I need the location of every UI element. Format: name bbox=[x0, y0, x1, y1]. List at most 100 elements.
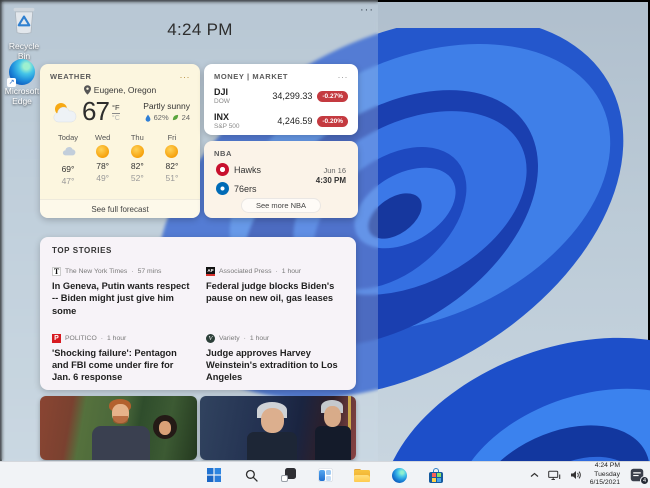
story-headline: Federal judge blocks Biden's pause on ne… bbox=[206, 281, 335, 304]
volume-icon bbox=[570, 471, 581, 479]
shortcut-arrow-icon: ↗ bbox=[7, 78, 16, 87]
widgets-button[interactable] bbox=[313, 463, 337, 487]
folder-icon bbox=[354, 468, 370, 482]
edge-button[interactable] bbox=[387, 463, 411, 487]
search-button[interactable] bbox=[239, 463, 263, 487]
story-headline: Judge approves Harvey Weinstein's extrad… bbox=[206, 347, 338, 383]
story-source: Associated Press bbox=[219, 268, 272, 275]
panel-more-icon[interactable]: ··· bbox=[352, 4, 382, 16]
network-tray-button[interactable] bbox=[547, 470, 562, 481]
unit-celsius[interactable]: °C bbox=[112, 115, 120, 122]
location-pin-icon bbox=[83, 85, 91, 95]
story-time: 1 hour bbox=[107, 334, 127, 342]
droplet-icon bbox=[145, 114, 151, 122]
notifications-button[interactable]: 4 bbox=[630, 468, 649, 485]
game-time: 4:30 PM bbox=[315, 176, 346, 185]
story-source: POLITICO bbox=[65, 334, 97, 342]
game-date: Jun 16 bbox=[323, 166, 346, 175]
clock-time: 4:24 PM bbox=[594, 461, 620, 469]
see-full-forecast-link[interactable]: See full forecast bbox=[40, 199, 200, 218]
market-row-inx[interactable]: INX S&P 500 4,246.59 -0.20% bbox=[214, 112, 348, 130]
weather-more-icon[interactable]: ··· bbox=[180, 72, 191, 81]
story-item[interactable]: V Variety · 1 hour Judge approves Harvey… bbox=[206, 333, 344, 384]
story-item[interactable]: T The New York Times · 57 mins In Geneva… bbox=[52, 267, 190, 317]
sunny-icon bbox=[96, 145, 110, 158]
nba-team-76ers[interactable]: 76ers bbox=[216, 182, 261, 195]
file-explorer-button[interactable] bbox=[350, 463, 374, 487]
forecast-day-today[interactable]: Today 69° 47° bbox=[53, 133, 83, 186]
desktop-icon-recycle-bin[interactable]: Recycle Bin bbox=[3, 5, 45, 61]
partly-sunny-icon bbox=[53, 102, 77, 122]
volume-tray-button[interactable] bbox=[569, 470, 583, 480]
story-time: 57 mins bbox=[137, 268, 162, 275]
change-badge: -0.27% bbox=[317, 90, 348, 102]
story-source: The New York Times bbox=[65, 268, 128, 275]
market-title: MONEY | MARKET bbox=[214, 72, 289, 81]
edge-icon bbox=[391, 467, 407, 483]
news-photo-2[interactable] bbox=[200, 396, 356, 460]
market-row-dji[interactable]: DJI DOW 34,299.33 -0.27% bbox=[214, 87, 348, 105]
clock-day: Tuesday bbox=[594, 470, 620, 478]
news-photo-1[interactable] bbox=[40, 396, 197, 460]
current-temperature: 67 bbox=[82, 96, 110, 126]
top-stories-title: TOP STORIES bbox=[52, 246, 112, 255]
desktop-icon-microsoft-edge[interactable]: ↗ Microsoft Edge bbox=[1, 59, 43, 106]
task-view-icon bbox=[280, 468, 296, 482]
network-icon bbox=[547, 470, 560, 480]
widgets-time-heading: 4:24 PM bbox=[167, 20, 233, 39]
see-more-nba-button[interactable]: See more NBA bbox=[240, 198, 322, 213]
nba-widget[interactable]: NBA Hawks 76ers Jun 16 4:30 PM See more … bbox=[204, 141, 358, 218]
sunny-icon bbox=[165, 145, 179, 158]
condition-text: Partly sunny bbox=[143, 101, 190, 111]
hawks-logo-icon bbox=[216, 163, 229, 176]
ap-logo-icon: AP bbox=[206, 267, 215, 276]
weather-location-row[interactable]: Eugene, Oregon bbox=[50, 85, 190, 95]
task-view-button[interactable] bbox=[276, 463, 300, 487]
chevron-up-icon bbox=[530, 472, 539, 477]
nyt-logo-icon: T bbox=[52, 267, 61, 276]
story-time: 1 hour bbox=[281, 268, 302, 275]
weather-title: WEATHER bbox=[50, 72, 92, 81]
weather-location: Eugene, Oregon bbox=[93, 85, 157, 95]
taskbar: 4:24 PM Tuesday 6/15/2021 4 bbox=[0, 461, 650, 488]
start-button[interactable] bbox=[202, 463, 226, 487]
search-icon bbox=[245, 469, 258, 482]
leaf-icon bbox=[172, 114, 178, 121]
forecast-day-thu[interactable]: Thu 82° 52° bbox=[122, 133, 152, 186]
forecast-day-fri[interactable]: Fri 82° 51° bbox=[157, 133, 187, 186]
microsoft-store-icon bbox=[429, 467, 444, 483]
edge-icon: ↗ bbox=[7, 59, 35, 87]
story-time: 1 hour bbox=[249, 334, 270, 342]
market-more-icon[interactable]: ··· bbox=[338, 72, 349, 81]
story-item[interactable]: AP Associated Press · 1 hour Federal jud… bbox=[206, 267, 344, 317]
air-quality-value: 24 bbox=[181, 113, 190, 122]
change-badge: -0.20% bbox=[317, 115, 348, 127]
recycle-bin-icon bbox=[10, 5, 38, 40]
politico-logo-icon: P bbox=[52, 333, 61, 343]
top-stories-widget[interactable]: TOP STORIES T The New York Times · 57 mi… bbox=[40, 237, 356, 390]
widgets-icon bbox=[317, 468, 333, 482]
windows-logo-icon bbox=[207, 468, 221, 482]
nba-title: NBA bbox=[214, 149, 233, 158]
nba-team-hawks[interactable]: Hawks bbox=[216, 163, 261, 176]
desktop: Recycle Bin ↗ Microsoft Edge 4:24 PM ···… bbox=[0, 0, 650, 488]
variety-logo-icon: V bbox=[206, 333, 215, 343]
sunny-icon bbox=[130, 145, 144, 158]
76ers-logo-icon bbox=[216, 182, 229, 195]
notification-count-badge: 4 bbox=[640, 475, 649, 485]
story-item[interactable]: P POLITICO · 1 hour 'Shocking failure': … bbox=[52, 333, 190, 384]
story-headline: In Geneva, Putin wants respect -- Biden … bbox=[52, 281, 190, 316]
hidden-icons-chevron[interactable] bbox=[529, 472, 540, 478]
market-widget[interactable]: MONEY | MARKET ··· DJI DOW 34,299.33 -0.… bbox=[204, 64, 358, 135]
weather-widget[interactable]: WEATHER ··· Eugene, Oregon 67 °F °C Part… bbox=[40, 64, 200, 218]
cloudy-icon bbox=[62, 147, 75, 156]
unit-fahrenheit[interactable]: °F bbox=[112, 103, 120, 114]
forecast-day-wed[interactable]: Wed 78° 49° bbox=[88, 133, 118, 186]
story-source: Variety bbox=[219, 334, 240, 342]
desktop-icon-label: Microsoft Edge bbox=[4, 86, 40, 107]
store-button[interactable] bbox=[424, 463, 448, 487]
unit-toggle[interactable]: °F °C bbox=[112, 103, 120, 122]
taskbar-clock[interactable]: 4:24 PM Tuesday 6/15/2021 bbox=[590, 462, 620, 488]
precip-value: 62% bbox=[153, 113, 169, 122]
story-headline: 'Shocking failure': Pentagon and FBI com… bbox=[52, 347, 177, 383]
